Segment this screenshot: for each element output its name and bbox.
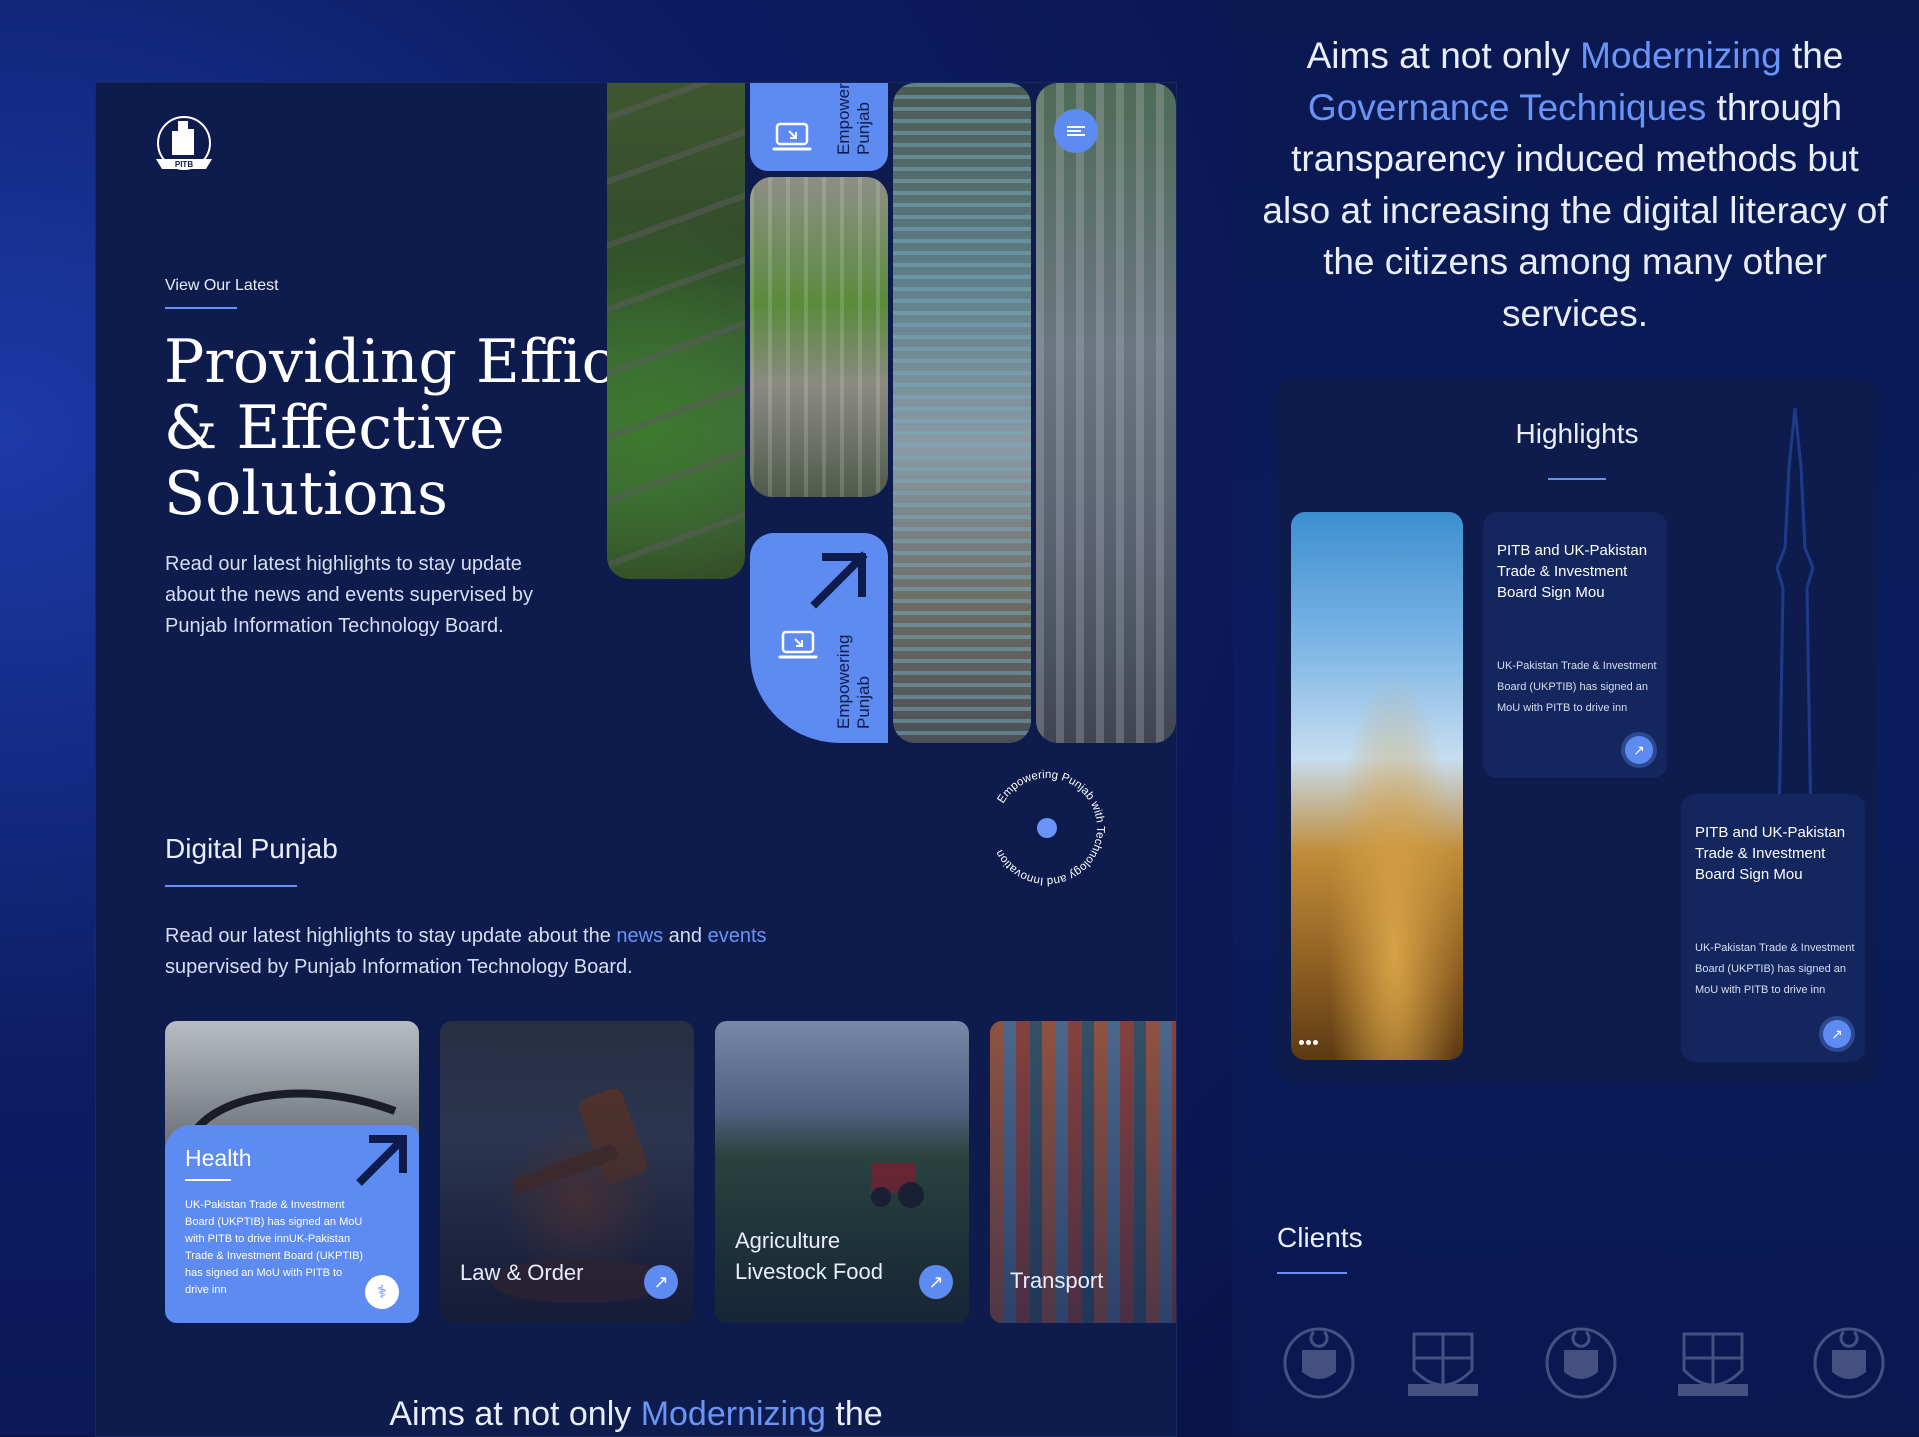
law-order-label: Law & Order [460,1260,584,1285]
arrow-up-right-icon [356,1135,407,1186]
eyebrow-underline [165,307,237,309]
sector-card-law-order[interactable]: Law & Order ↗ [440,1021,694,1323]
empowering-tab-top[interactable]: Empowering Punjab [750,83,888,171]
health-underline [185,1179,231,1181]
laptop-icon [772,122,812,151]
news-link[interactable]: news [616,925,663,947]
wheat-photo [1291,512,1463,1060]
aerial-photo-park [750,177,888,497]
sector-card-agriculture[interactable]: Agriculture Livestock Food ↗ [715,1021,969,1323]
transport-label: Transport [1010,1268,1104,1293]
hamburger-icon [1067,124,1085,138]
sector-card-transport[interactable]: Transport [990,1021,1176,1323]
highlight-card-title: PITB and UK-Pakistan Trade & Investment … [1497,542,1648,601]
highlight-card-2[interactable]: PITB and UK-Pakistan Trade & Investment … [1681,794,1865,1062]
arrow-up-right-icon[interactable]: ↗ [1625,736,1653,764]
highlights-underline [1548,478,1606,480]
aims-statement: Aims at not only Modernizing the Governa… [1262,35,1888,334]
aims-highlight-2: Governance Techniques [1307,86,1707,128]
psca-crest-icon[interactable] [1400,1320,1486,1406]
empowering-tab-top-label: Empowering Punjab [834,82,873,155]
highlight-card-title: PITB and UK-Pakistan Trade & Investment … [1695,824,1846,883]
health-title: Health [185,1145,252,1171]
highlights-title: Highlights [1515,418,1639,449]
aims-highlight-1: Modernizing [1580,35,1782,76]
highlights-panel: Highlights PITB and UK-Pakistan Trade & … [1277,378,1877,1084]
arrow-up-right-icon [810,551,868,609]
logo-text: PITB [175,160,193,169]
hero-eyebrow: View Our Latest [165,277,279,294]
arrow-up-right-icon[interactable]: ↗ [644,1265,678,1299]
digital-punjab-description: Read our latest highlights to stay updat… [165,925,767,978]
arrow-up-right-icon[interactable]: ↗ [919,1265,953,1299]
aerial-photo-tower [893,83,1031,743]
stethoscope-photo [191,1089,397,1134]
aerial-photo-parking [1036,83,1176,743]
arrow-up-right-icon[interactable]: ↗ [1823,1020,1851,1048]
menu-button[interactable] [1054,109,1098,153]
punjab-govt-emblem-icon[interactable] [1806,1320,1892,1406]
psca-crest-icon[interactable] [1670,1320,1756,1406]
aerial-photo-road [607,83,745,579]
health-description: UK-Pakistan Trade & Investment Board (UK… [185,1199,364,1296]
highlight-card-description: UK-Pakistan Trade & Investment Board (UK… [1695,942,1855,996]
events-link[interactable]: events [708,925,767,947]
empowering-tab-bottom-label: Empowering Punjab [834,634,873,730]
digital-punjab-title: Digital Punjab [165,833,338,864]
punjab-govt-emblem-icon[interactable] [1276,1320,1362,1406]
punjab-govt-emblem-icon[interactable] [1538,1320,1624,1406]
rotating-badge: Empowering Punjab with Technology and In… [994,769,1106,887]
highlight-card-1[interactable]: PITB and UK-Pakistan Trade & Investment … [1483,512,1667,778]
highlight-card-description: UK-Pakistan Trade & Investment Board (UK… [1497,660,1657,714]
page-frame: PITB View Our Latest Providing Efficient… [95,82,1177,1437]
clients-underline [1277,1272,1347,1274]
aims-peek-heading: Aims at not only Modernizing the [389,1395,883,1433]
agriculture-label: Agriculture Livestock Food [735,1228,883,1284]
laptop-icon [778,630,818,659]
clients-title: Clients [1277,1222,1363,1253]
digital-punjab-underline [165,885,297,887]
health-card-overlay[interactable]: Health UK-Pakistan Trade & Investment Bo… [165,1125,419,1323]
pitb-logo[interactable]: PITB [148,109,220,181]
empowering-tab-bottom[interactable]: Empowering Punjab [750,533,888,743]
carousel-dots[interactable] [1299,1032,1320,1050]
hero-description: Read our latest highlights to stay updat… [165,553,534,637]
stethoscope-icon[interactable]: ⚕ [365,1275,399,1309]
